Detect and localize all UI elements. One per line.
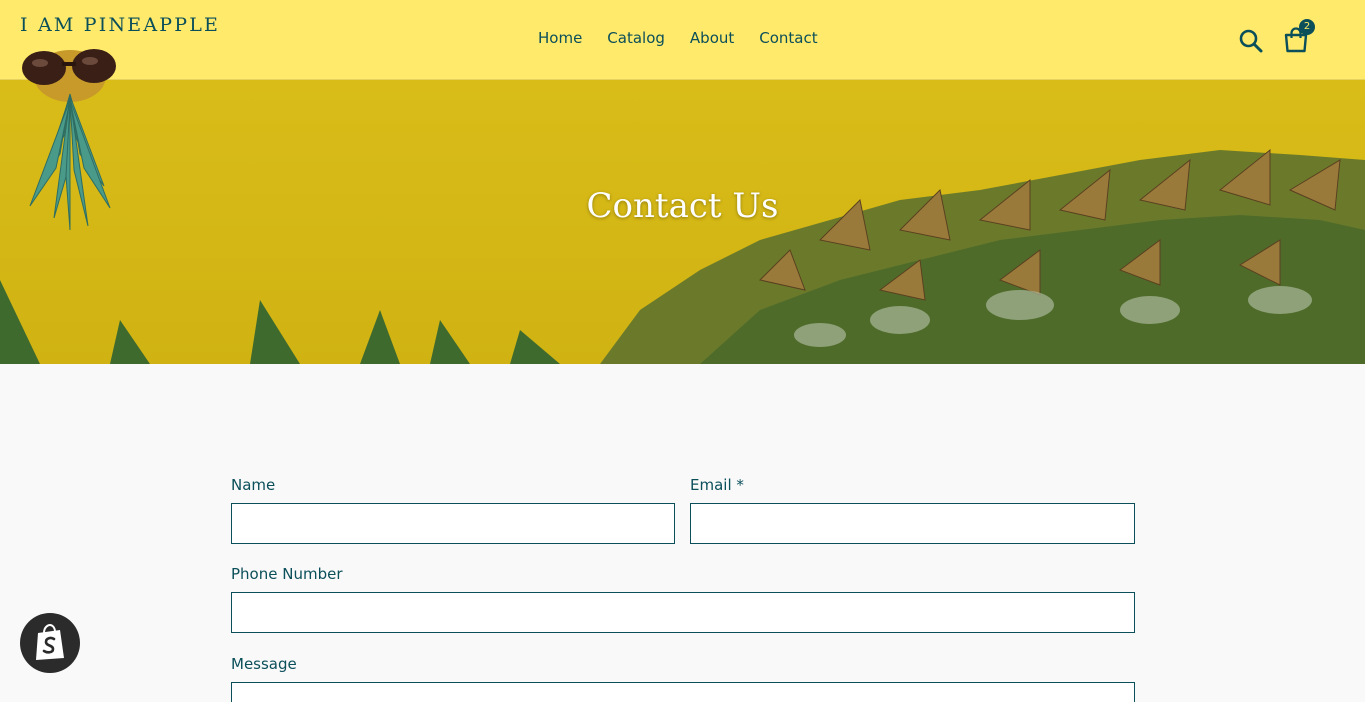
message-label: Message: [231, 655, 297, 673]
nav-catalog[interactable]: Catalog: [607, 29, 665, 47]
main-nav: Home Catalog About Contact: [538, 29, 818, 47]
nav-home[interactable]: Home: [538, 29, 582, 47]
nav-about[interactable]: About: [690, 29, 734, 47]
hero-banner: Contact Us: [0, 80, 1365, 364]
phone-label: Phone Number: [231, 565, 343, 583]
search-icon[interactable]: [1238, 28, 1264, 54]
name-field[interactable]: [231, 503, 675, 544]
cart-count-badge: 2: [1299, 19, 1315, 35]
nav-contact[interactable]: Contact: [759, 29, 817, 47]
logo-text[interactable]: I AM PINEAPPLE: [20, 14, 220, 36]
shopify-badge[interactable]: [20, 613, 80, 673]
email-label: Email *: [690, 476, 744, 494]
site-header: I AM PINEAPPLE Home Catalog About Contac…: [0, 0, 1365, 80]
message-field[interactable]: [231, 682, 1135, 702]
page-title: Contact Us: [586, 186, 779, 226]
shopify-icon: [36, 624, 64, 660]
name-label: Name: [231, 476, 276, 494]
email-field[interactable]: [690, 503, 1135, 544]
phone-field[interactable]: [231, 592, 1135, 633]
pineapple-logo-icon[interactable]: [14, 36, 126, 230]
